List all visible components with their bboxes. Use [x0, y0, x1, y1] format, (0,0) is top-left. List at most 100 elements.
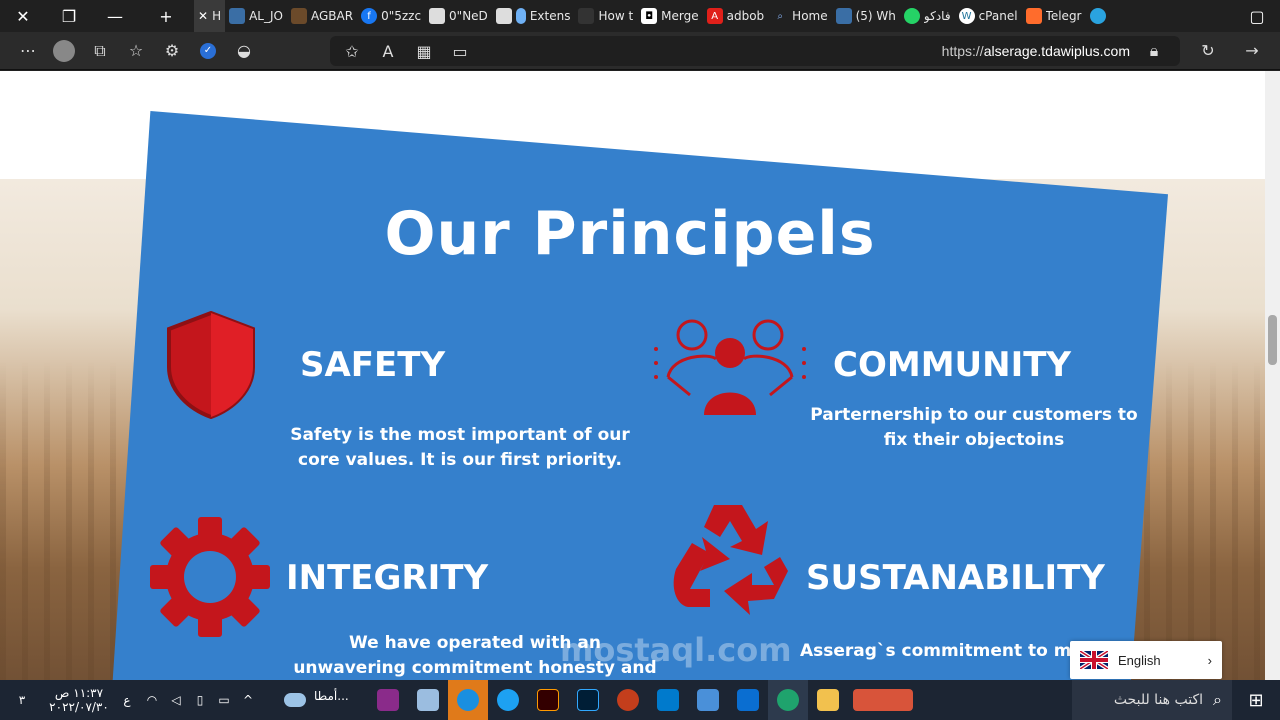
- refresh-icon[interactable]: ↻: [1190, 35, 1226, 67]
- close-tab-icon[interactable]: ✕: [198, 9, 208, 23]
- address-bar[interactable]: ✩ A ▦ ▭ https://alserage.tdawiplus.com 🔒…: [330, 36, 1180, 66]
- tab[interactable]: Extens: [492, 0, 575, 32]
- tab-label: 0"NeD: [449, 9, 488, 23]
- tab[interactable]: Aadbob: [703, 0, 769, 32]
- language-selector[interactable]: English ›: [1070, 641, 1222, 679]
- telegram-icon: [1089, 8, 1106, 24]
- tab[interactable]: AGBAR: [287, 0, 357, 32]
- extensions-icon[interactable]: ⚙: [154, 35, 190, 67]
- notes-app-icon[interactable]: [408, 680, 448, 720]
- battery-icon[interactable]: ▭: [212, 680, 236, 720]
- url-host: alserage.tdawiplus.com: [983, 43, 1130, 59]
- principle-desc-safety: Safety is the most important of our core…: [290, 425, 630, 470]
- apps-icon[interactable]: ▦: [406, 35, 442, 67]
- illustrator-app-icon[interactable]: [528, 680, 568, 720]
- recycle-icon: [673, 505, 788, 615]
- notifications-icon[interactable]: ٣: [0, 680, 44, 720]
- immersive-reader-icon[interactable]: ▭: [442, 35, 478, 67]
- show-hidden-icons[interactable]: ^: [236, 680, 260, 720]
- wordpress-icon: W: [958, 8, 975, 24]
- read-aloud-icon[interactable]: A: [370, 35, 406, 67]
- edge-app-icon[interactable]: [768, 680, 808, 720]
- scrollbar-thumb[interactable]: [1268, 315, 1277, 365]
- new-tab-icon[interactable]: +: [138, 0, 194, 32]
- tab-label: فادكو: [923, 9, 951, 23]
- more-menu-icon[interactable]: ⋯: [10, 35, 46, 67]
- tab-label: adbob: [726, 9, 765, 23]
- principle-title-integrity: INTEGRITY: [286, 558, 489, 598]
- tab[interactable]: ◘ Merge: [637, 0, 702, 32]
- winrar-app-icon[interactable]: [368, 680, 408, 720]
- web-page: Our Principels SAFETY Safety is the most…: [0, 71, 1265, 680]
- add-favorite-icon[interactable]: ✩: [334, 35, 370, 67]
- vscode-app-icon[interactable]: [648, 680, 688, 720]
- uk-flag-icon: [1080, 651, 1108, 669]
- file-explorer-app-icon[interactable]: [808, 680, 848, 720]
- minimize-window-icon[interactable]: —: [92, 0, 138, 32]
- search-icon: ⌕: [1213, 690, 1222, 709]
- whatsapp-icon: [903, 8, 920, 24]
- watermark: mostaql.com: [560, 631, 792, 669]
- collections-icon[interactable]: ⧉: [82, 35, 118, 67]
- tab-label: 0"5zzc: [381, 9, 422, 23]
- lock-icon[interactable]: 🔒︎: [1136, 35, 1172, 67]
- principle-desc-sustainability: Asserag`s commitment to me factories and…: [800, 641, 1080, 661]
- close-window-icon[interactable]: ✕: [0, 0, 46, 32]
- search-placeholder: اكتب هنا للبحث: [1113, 692, 1204, 708]
- cpanel-icon: [1025, 8, 1042, 24]
- store-app-icon[interactable]: [688, 680, 728, 720]
- tab[interactable]: (5) Wh: [832, 0, 900, 32]
- search-box[interactable]: اكتب هنا للبحث ⌕: [1072, 680, 1232, 720]
- tab-label: How t: [598, 9, 634, 23]
- weather-widget[interactable]: أمطا...: [260, 680, 360, 720]
- windows-start-icon[interactable]: ⊞: [1232, 680, 1280, 720]
- app-icon[interactable]: [488, 680, 528, 720]
- vpn-icon[interactable]: ◒: [226, 35, 262, 67]
- page-scrollbar[interactable]: [1265, 71, 1280, 680]
- volume-icon[interactable]: ◁: [164, 680, 188, 720]
- tab-label: (5) Wh: [855, 9, 896, 23]
- active-app-icon[interactable]: [448, 680, 488, 720]
- language-label: English: [1118, 652, 1161, 668]
- tab-actions-icon[interactable]: ▢: [1234, 0, 1280, 32]
- tab[interactable]: فادكو: [900, 0, 955, 32]
- tab[interactable]: How t: [574, 0, 637, 32]
- tab[interactable]: 0"NeD: [425, 0, 492, 32]
- merge-icon: ◘: [641, 8, 658, 24]
- tab[interactable]: Telegr: [1022, 0, 1086, 32]
- url-text[interactable]: https://alserage.tdawiplus.com: [942, 43, 1130, 59]
- principle-title-safety: SAFETY: [300, 345, 446, 385]
- pinned-apps-icon[interactable]: [848, 680, 918, 720]
- mail-app-icon[interactable]: [728, 680, 768, 720]
- tab[interactable]: WcPanel: [955, 0, 1022, 32]
- tab[interactable]: ⌕ Home: [768, 0, 831, 32]
- extension-icon: [515, 8, 526, 24]
- shield-check-icon[interactable]: ✓: [190, 35, 226, 67]
- tab[interactable]: [1086, 0, 1110, 32]
- restore-window-icon[interactable]: ❐: [46, 0, 92, 32]
- forward-icon[interactable]: →: [1234, 35, 1270, 67]
- favorites-icon[interactable]: ☆: [118, 35, 154, 67]
- powerpoint-app-icon[interactable]: [608, 680, 648, 720]
- notifications-count: ٣: [18, 693, 26, 707]
- tab-active[interactable]: ✕ H: [194, 0, 226, 32]
- facebook-icon: f: [361, 8, 378, 24]
- taskbar: ٣ ١١:٣٧ ص ٢٠٢٢/٠٧/٣٠ ع ◠ ◁ ▯ ▭ ^ أمطا...…: [0, 680, 1280, 720]
- tab-label: H: [212, 9, 222, 23]
- input-language[interactable]: ع: [114, 693, 140, 707]
- device-icon[interactable]: ▯: [188, 680, 212, 720]
- community-icon: [654, 319, 806, 415]
- photoshop-app-icon[interactable]: [568, 680, 608, 720]
- weather-text: أمطا...: [314, 689, 349, 703]
- tab-label: AL_JO: [249, 9, 283, 23]
- url-prefix: https://: [941, 43, 984, 59]
- site-icon: [578, 8, 595, 24]
- tab-label: Home: [792, 9, 828, 23]
- tab-label: Merge: [661, 9, 699, 23]
- clock[interactable]: ١١:٣٧ ص ٢٠٢٢/٠٧/٣٠: [44, 686, 114, 714]
- wifi-icon[interactable]: ◠: [140, 680, 164, 720]
- tab-label: AGBAR: [310, 9, 354, 23]
- tab[interactable]: AL_JO: [225, 0, 287, 32]
- profile-icon[interactable]: [46, 35, 82, 67]
- tab[interactable]: f 0"5zzc: [357, 0, 425, 32]
